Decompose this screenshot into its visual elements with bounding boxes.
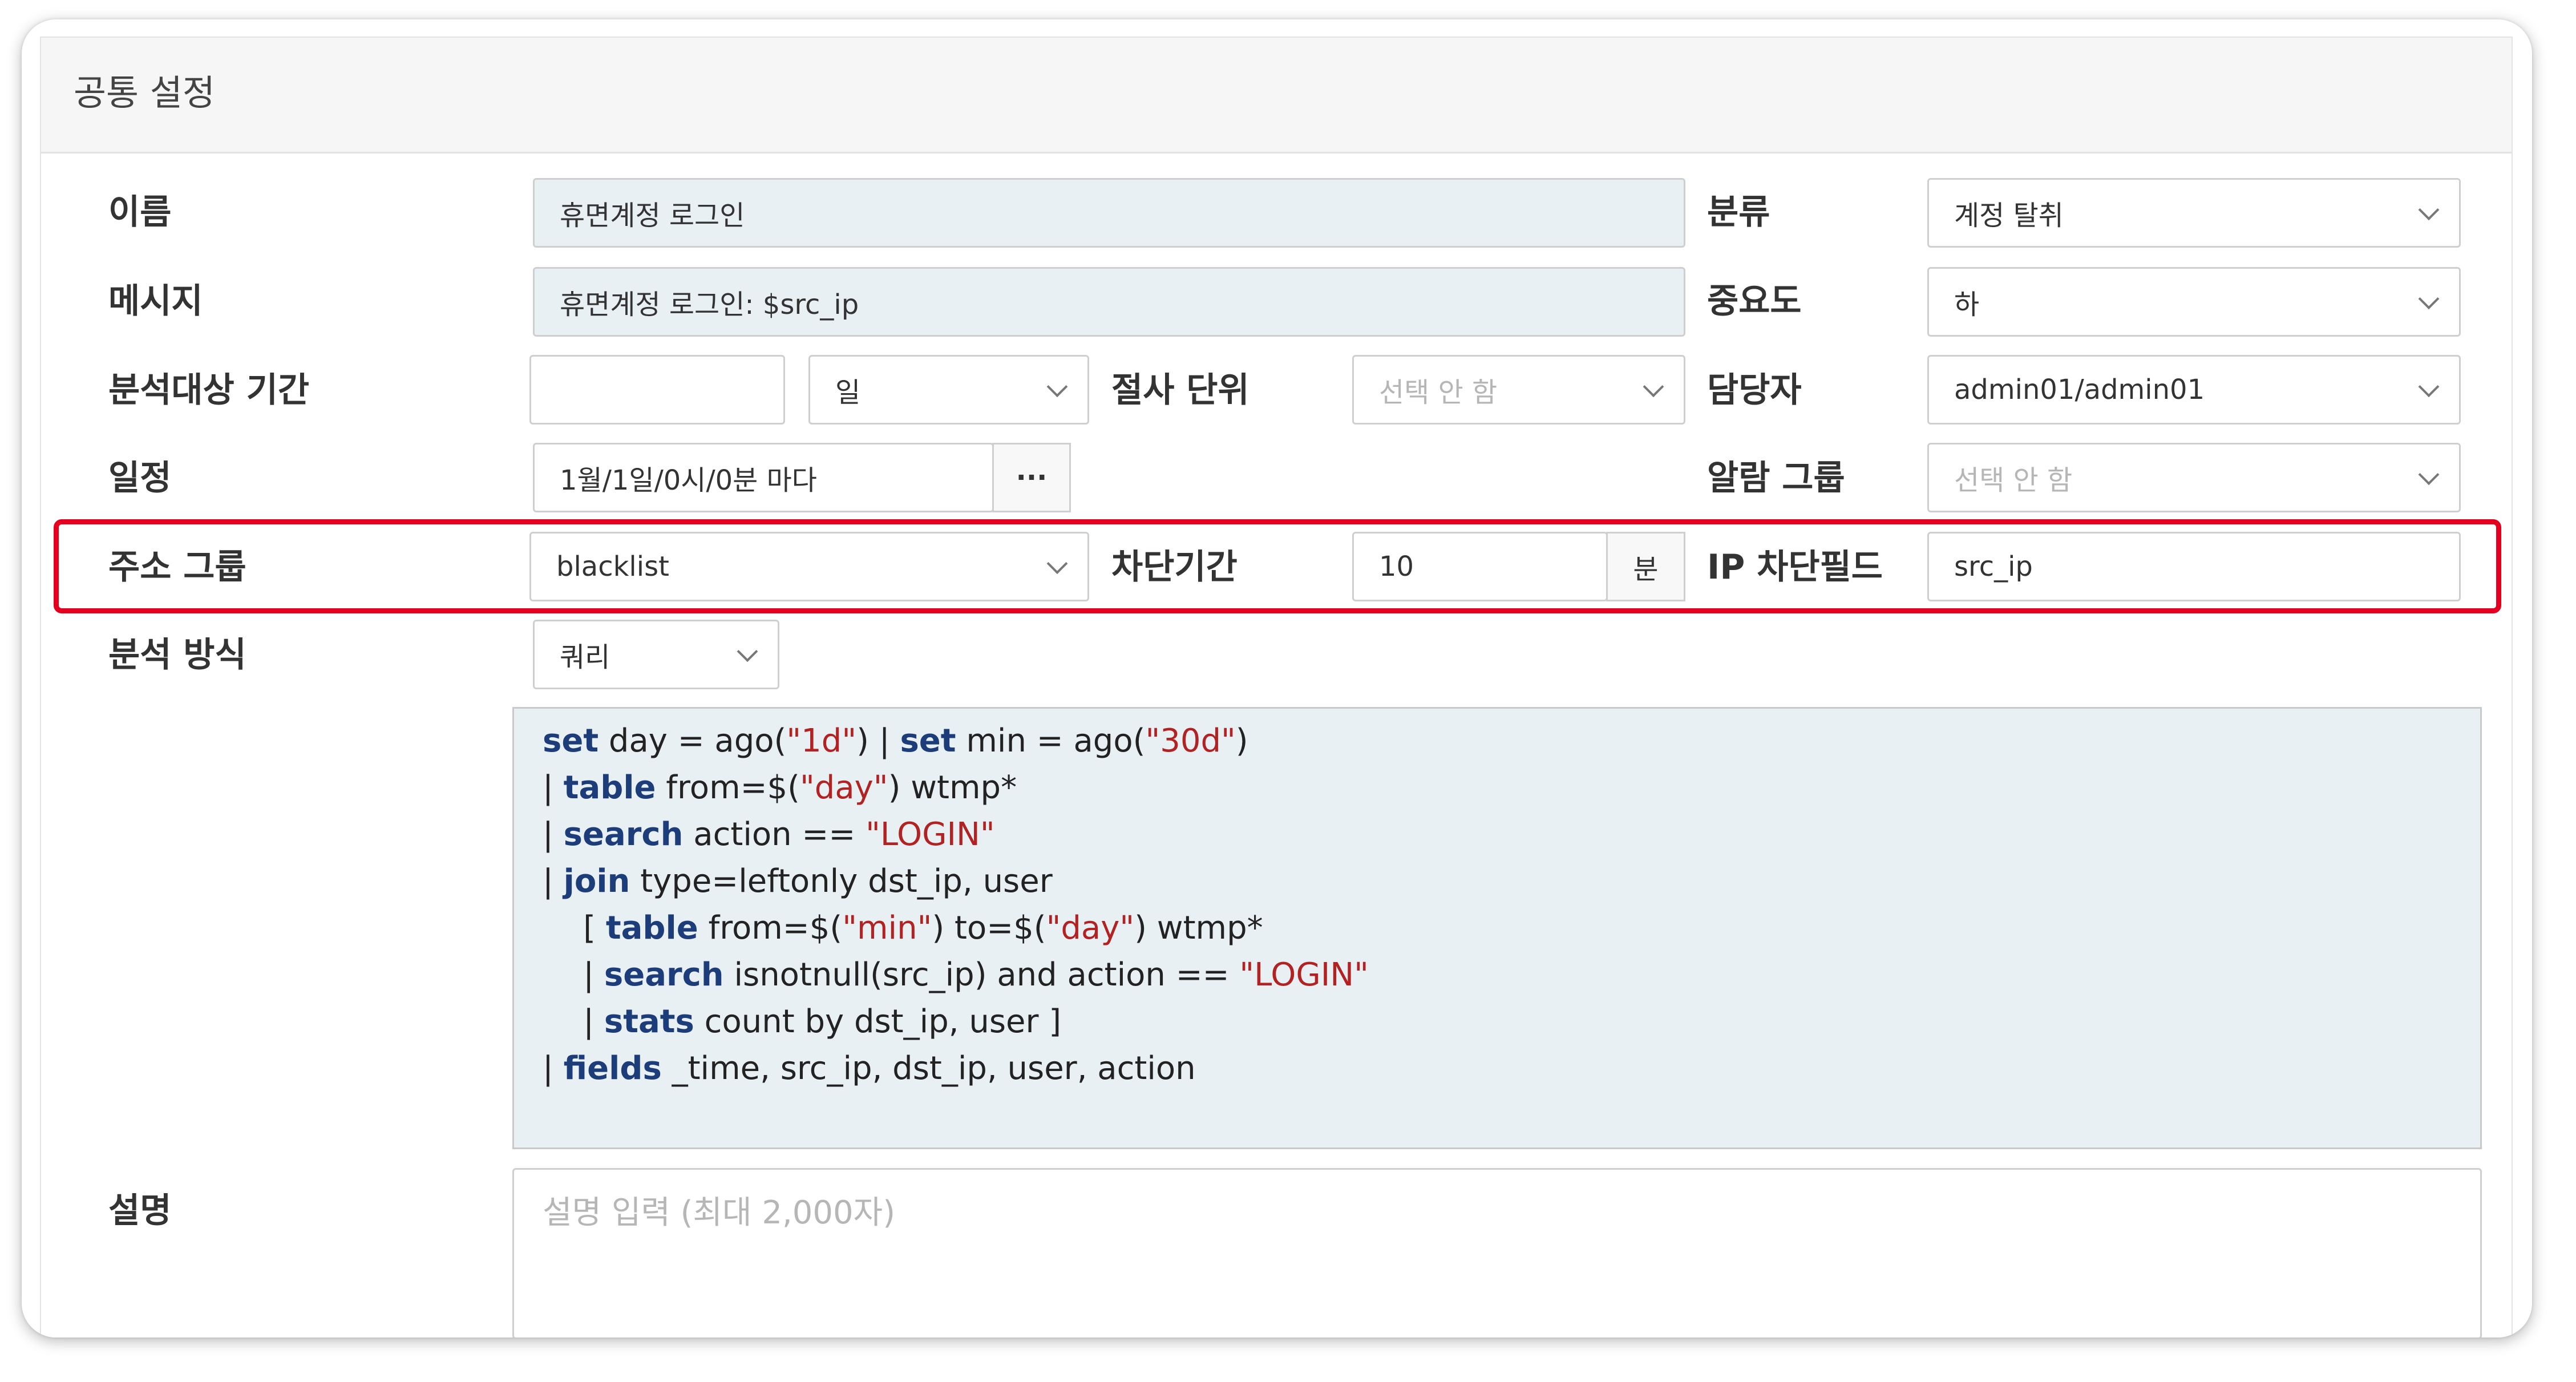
chevron-down-icon (737, 641, 758, 662)
category-value: 계정 탈취 (1954, 200, 2064, 232)
severity-label: 중요도 (1707, 281, 1802, 321)
cut-unit-placeholder: 선택 안 함 (1379, 377, 1498, 409)
query-line-4: | join type=leftonly dst_ip, user (543, 863, 1053, 900)
period-input[interactable] (529, 355, 785, 425)
more-icon: ··· (1016, 462, 1048, 494)
analysis-method-value: 쿼리 (560, 641, 610, 673)
name-input[interactable]: 휴면계정 로그인 (533, 178, 1685, 248)
period-unit-select[interactable]: 일 (808, 355, 1089, 425)
category-select[interactable]: 계정 탈취 (1927, 178, 2461, 248)
query-line-2: | table from=$("day") wtmp* (543, 769, 1017, 806)
assignee-select[interactable]: admin01/admin01 (1927, 355, 2461, 425)
description-placeholder: 설명 입력 (최대 2,000자) (543, 1194, 896, 1231)
severity-value: 하 (1954, 289, 1980, 321)
query-line-6: | search isnotnull(src_ip) and action ==… (543, 956, 1369, 993)
query-line-3: | search action == "LOGIN" (543, 816, 995, 853)
schedule-edit-button[interactable]: ··· (992, 443, 1071, 512)
query-line-5: [ table from=$("min") to=$("day") wtmp* (543, 910, 1263, 947)
analysis-method-select[interactable]: 쿼리 (533, 620, 779, 689)
description-textarea[interactable]: 설명 입력 (최대 2,000자) (512, 1168, 2482, 1337)
schedule-label: 일정 (108, 458, 172, 498)
alarm-group-placeholder: 선택 안 함 (1954, 464, 2073, 496)
chevron-down-icon (1046, 376, 1068, 398)
panel-header: 공통 설정 (41, 38, 2512, 153)
cut-unit-label: 절사 단위 (1111, 370, 1249, 410)
period-unit-value: 일 (835, 377, 861, 409)
query-line-8: | fields _time, src_ip, dst_ip, user, ac… (543, 1050, 1196, 1087)
alarm-group-select[interactable]: 선택 안 함 (1927, 443, 2461, 512)
schedule-input[interactable]: 1월/1일/0시/0분 마다 (533, 443, 994, 512)
query-line-1: set day = ago("1d") | set min = ago("30d… (543, 722, 1248, 759)
analysis-method-label: 분석 방식 (108, 635, 246, 675)
category-label: 분류 (1707, 192, 1770, 232)
assignee-label: 담당자 (1707, 370, 1802, 410)
assignee-value: admin01/admin01 (1954, 374, 2205, 406)
alarm-group-label: 알람 그룹 (1707, 458, 1845, 498)
settings-card: 공통 설정 이름 메시지 분석대상 기간 일정 주소 그룹 분석 방식 설명 절… (22, 19, 2532, 1337)
chevron-down-icon (1643, 376, 1664, 398)
chevron-down-icon (2418, 199, 2440, 221)
highlight-box (54, 519, 2501, 613)
query-editor[interactable]: set day = ago("1d") | set min = ago("30d… (512, 707, 2482, 1149)
panel-title: 공통 설정 (74, 72, 215, 114)
severity-select[interactable]: 하 (1927, 267, 2461, 337)
chevron-down-icon (2418, 288, 2440, 310)
period-label: 분석대상 기간 (108, 370, 310, 410)
chevron-down-icon (2418, 376, 2440, 398)
message-label: 메시지 (108, 281, 203, 321)
query-line-7: | stats count by dst_ip, user ] (543, 1003, 1062, 1040)
chevron-down-icon (2418, 464, 2440, 486)
name-value: 휴면계정 로그인 (560, 200, 745, 232)
schedule-value: 1월/1일/0시/0분 마다 (560, 464, 817, 496)
description-label: 설명 (108, 1191, 172, 1231)
message-input[interactable]: 휴면계정 로그인: $src_ip (533, 267, 1685, 337)
name-label: 이름 (108, 192, 172, 232)
cut-unit-select[interactable]: 선택 안 함 (1352, 355, 1685, 425)
message-value: 휴면계정 로그인: $src_ip (560, 289, 859, 321)
